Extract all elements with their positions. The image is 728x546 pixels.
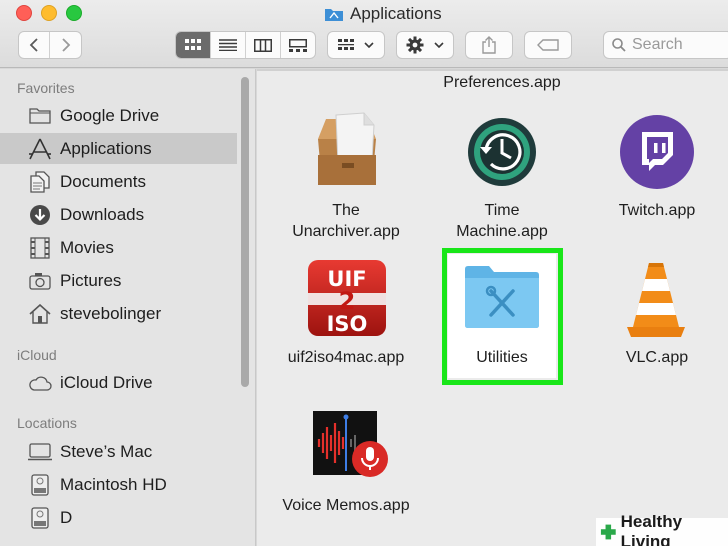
zoom-window-button[interactable] xyxy=(66,5,82,21)
group-by-button[interactable] xyxy=(327,31,385,59)
minimize-window-button[interactable] xyxy=(41,5,57,21)
hard-drive-icon xyxy=(28,506,52,530)
voice-memos-icon xyxy=(313,411,388,477)
search-field[interactable]: Search xyxy=(603,31,728,59)
view-mode-control xyxy=(175,31,316,59)
back-button[interactable] xyxy=(19,32,50,58)
sidebar-item-home[interactable]: stevebolinger xyxy=(0,298,237,329)
sidebar-item-google-drive[interactable]: Google Drive xyxy=(0,100,237,131)
time-machine-icon xyxy=(468,118,536,186)
sidebar-item-label: iCloud Drive xyxy=(60,372,153,392)
movies-icon xyxy=(28,236,52,260)
hard-drive-icon xyxy=(28,473,52,497)
partial-file-label: Preferences.app xyxy=(443,74,561,91)
cloud-icon xyxy=(28,371,52,395)
content-top-border xyxy=(257,69,728,71)
home-icon xyxy=(28,302,52,326)
forward-button[interactable] xyxy=(50,32,81,58)
sidebar-item-label: Documents xyxy=(60,171,146,191)
chevron-down-icon xyxy=(434,42,444,48)
sidebar-item-applications[interactable]: Applications xyxy=(0,133,237,164)
file-item-label: Voice Memos.app xyxy=(282,497,410,514)
sidebar-item-label: Steve’s Mac xyxy=(60,441,153,461)
sidebar-item-label: D xyxy=(60,507,73,527)
file-item-label: Unarchiver.app xyxy=(292,223,400,240)
file-item-label: uif2iso4mac.app xyxy=(287,349,405,366)
chevron-down-icon xyxy=(364,42,374,48)
grid-icon xyxy=(185,39,201,50)
columns-icon xyxy=(254,38,272,52)
gallery-icon xyxy=(289,38,307,52)
sidebar-section-icloud: iCloud xyxy=(17,347,57,363)
sidebar-scrollbar[interactable] xyxy=(241,77,249,387)
toolbar: Applications Search xyxy=(0,0,728,68)
folder-icon xyxy=(28,104,52,128)
twitch-icon xyxy=(620,115,694,189)
file-item-label: The xyxy=(332,202,360,219)
sidebar-item-label: stevebolinger xyxy=(60,303,162,323)
file-item-label: Machine.app xyxy=(456,223,548,240)
column-view-button[interactable] xyxy=(246,32,281,58)
action-menu-button[interactable] xyxy=(396,31,454,59)
documents-icon xyxy=(28,170,52,194)
utilities-folder-icon xyxy=(465,266,539,328)
healthy-living-logo-icon xyxy=(600,524,616,540)
chevron-right-icon xyxy=(61,38,70,52)
share-button[interactable] xyxy=(465,31,513,59)
folder-icon xyxy=(325,9,343,21)
sidebar-item-d-drive[interactable]: D xyxy=(0,502,237,533)
sidebar-item-documents[interactable]: Documents xyxy=(0,166,237,197)
sidebar-item-pictures[interactable]: Pictures xyxy=(0,265,237,296)
sidebar-item-icloud-drive[interactable]: iCloud Drive xyxy=(0,367,237,398)
sidebar-section-favorites: Favorites xyxy=(17,80,75,96)
uif2iso-icon: UIF 2 ISO xyxy=(308,260,386,336)
sidebar-item-label: Downloads xyxy=(60,204,145,224)
pictures-icon xyxy=(28,269,52,293)
window-title-text: Applications xyxy=(350,4,442,23)
uif-icon-text-mid: 2 xyxy=(339,287,356,315)
group-icon xyxy=(338,39,354,50)
file-item-label: Utilities xyxy=(476,349,528,366)
sidebar-item-label: Movies xyxy=(60,237,114,257)
file-item-label: Time xyxy=(484,202,520,219)
share-icon xyxy=(482,36,496,54)
close-window-button[interactable] xyxy=(16,5,32,21)
window-title: Applications xyxy=(324,3,442,25)
gear-icon xyxy=(406,36,424,54)
navigation-buttons xyxy=(18,31,82,59)
sidebar-item-macintosh-hd[interactable]: Macintosh HD xyxy=(0,469,237,500)
sidebar: Favorites Google Drive Applications Docu… xyxy=(0,69,256,546)
sidebar-item-label: Google Drive xyxy=(60,105,160,125)
file-browser-content: Preferences.app The Unarchiver.app Time … xyxy=(257,69,728,546)
downloads-icon xyxy=(28,203,52,227)
icon-view-button[interactable] xyxy=(176,32,211,58)
sidebar-item-label: Applications xyxy=(60,138,152,158)
sidebar-section-locations: Locations xyxy=(17,415,77,431)
watermark-text: Healthy Living xyxy=(620,512,683,546)
unarchiver-icon xyxy=(318,112,376,185)
file-item-label: Twitch.app xyxy=(618,202,696,219)
tag-icon xyxy=(537,39,559,51)
uif-icon-text-bottom: ISO xyxy=(327,312,368,336)
file-item-label: VLC.app xyxy=(625,349,689,366)
sidebar-item-steves-mac[interactable]: Steve’s Mac xyxy=(0,436,237,467)
sidebar-item-label: Macintosh HD xyxy=(60,474,167,494)
computer-icon xyxy=(28,440,52,464)
sidebar-item-movies[interactable]: Movies xyxy=(0,232,237,263)
tags-button[interactable] xyxy=(524,31,572,59)
list-view-button[interactable] xyxy=(211,32,246,58)
sidebar-item-downloads[interactable]: Downloads xyxy=(0,199,237,230)
sidebar-item-label: Pictures xyxy=(60,270,122,290)
applications-icon xyxy=(28,137,52,161)
vlc-icon xyxy=(627,263,685,337)
search-icon xyxy=(612,38,626,52)
search-placeholder: Search xyxy=(632,36,683,53)
list-icon xyxy=(219,39,237,51)
healthy-living-watermark: Healthy Living xyxy=(596,512,728,546)
gallery-view-button[interactable] xyxy=(281,32,315,58)
chevron-left-icon xyxy=(29,38,38,52)
